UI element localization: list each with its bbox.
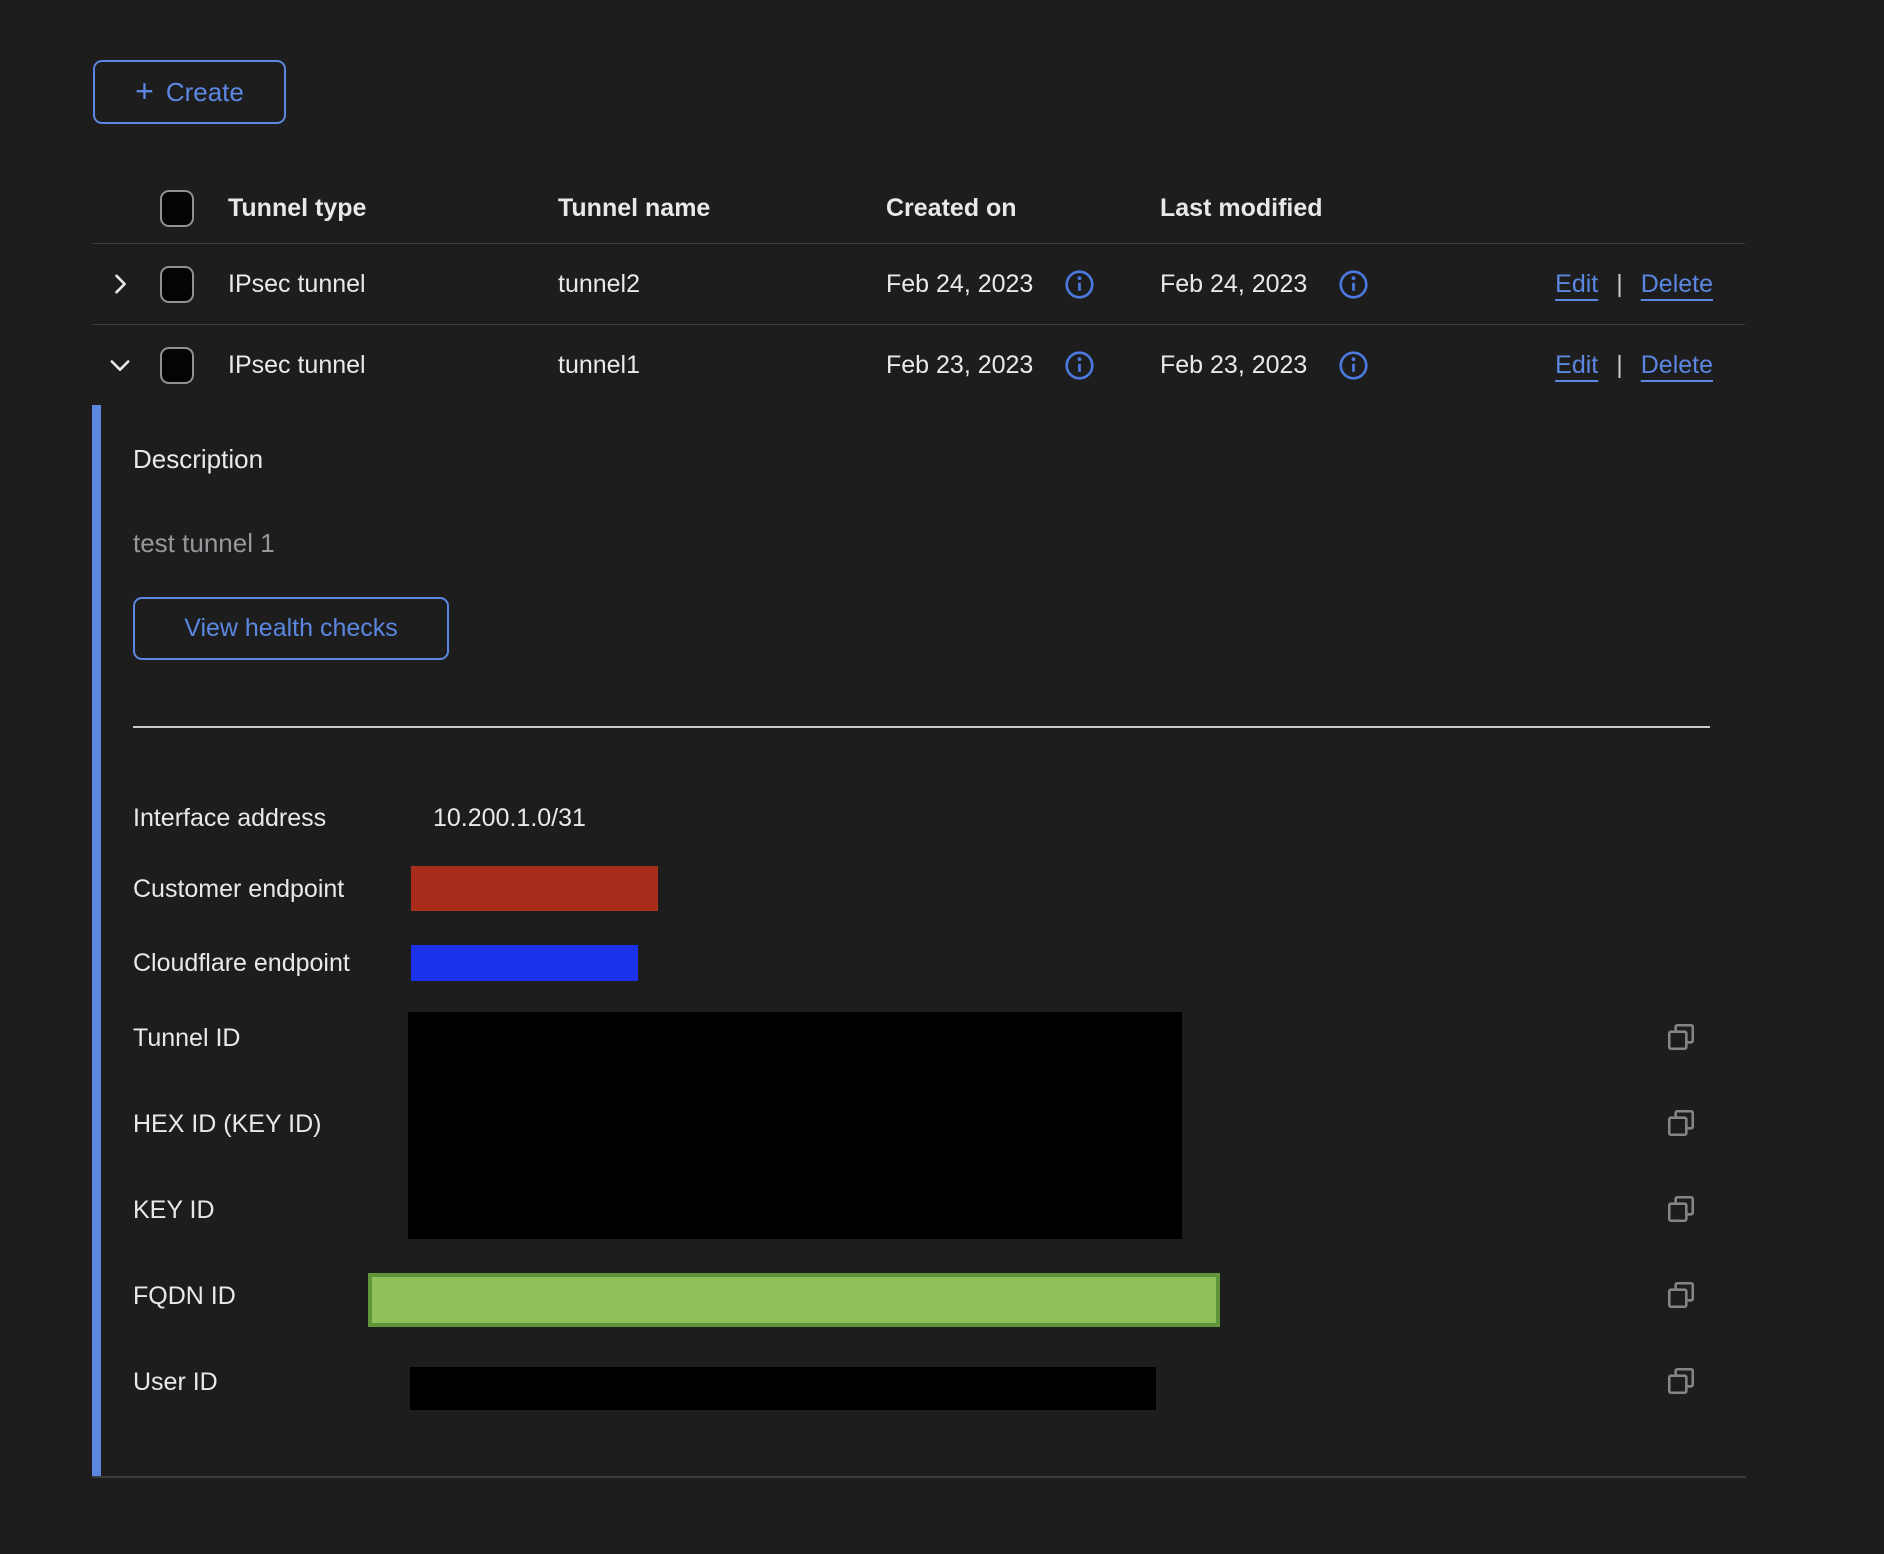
cell-created-on: Feb 23, 2023: [886, 351, 1033, 380]
tunnel-hex-key-ids-redaction: [408, 1012, 1182, 1239]
header-last-modified: Last modified: [1160, 194, 1542, 223]
section-divider: [133, 726, 1710, 728]
table-header: Tunnel type Tunnel name Created on Last …: [93, 173, 1745, 244]
info-icon[interactable]: [1337, 268, 1370, 301]
cell-tunnel-name: tunnel1: [558, 351, 886, 380]
view-health-checks-button[interactable]: View health checks: [133, 597, 449, 660]
copy-icon[interactable]: [1665, 1021, 1697, 1053]
table-row: IPsec tunnel tunnel1 Feb 23, 2023 Feb 23…: [93, 325, 1745, 405]
header-created-on: Created on: [886, 194, 1160, 223]
chevron-right-icon[interactable]: [106, 270, 134, 298]
fqdn-id-redaction: [368, 1273, 1220, 1327]
user-id-redaction: [410, 1367, 1156, 1410]
cell-tunnel-type: IPsec tunnel: [228, 351, 558, 380]
plus-icon: +: [135, 75, 154, 107]
cell-tunnel-type: IPsec tunnel: [228, 270, 558, 299]
detail-label-tunnel-id: Tunnel ID: [133, 1022, 240, 1054]
detail-label-hex-id: HEX ID (KEY ID): [133, 1108, 321, 1140]
delete-link[interactable]: Delete: [1641, 270, 1713, 299]
detail-label-user-id: User ID: [133, 1366, 218, 1398]
copy-icon[interactable]: [1665, 1279, 1697, 1311]
interface-address-value: 10.200.1.0/31: [433, 802, 586, 834]
customer-endpoint-redaction: [411, 866, 658, 911]
detail-label-customer-endpoint: Customer endpoint: [133, 873, 344, 905]
cell-created-on: Feb 24, 2023: [886, 270, 1033, 299]
detail-label-interface-address: Interface address: [133, 802, 326, 834]
delete-link[interactable]: Delete: [1641, 351, 1713, 380]
select-all-checkbox[interactable]: [160, 190, 194, 227]
table-bottom-divider: [92, 1476, 1746, 1478]
detail-label-key-id: KEY ID: [133, 1194, 215, 1226]
table-row: IPsec tunnel tunnel2 Feb 24, 2023 Feb 24…: [93, 244, 1745, 325]
header-tunnel-type: Tunnel type: [228, 194, 558, 223]
detail-label-fqdn-id: FQDN ID: [133, 1280, 236, 1312]
info-icon[interactable]: [1337, 349, 1370, 382]
info-icon[interactable]: [1063, 268, 1096, 301]
row-checkbox[interactable]: [160, 266, 194, 303]
row-checkbox[interactable]: [160, 347, 194, 384]
action-separator: |: [1616, 270, 1623, 299]
description-value: test tunnel 1: [133, 528, 275, 559]
description-label: Description: [133, 444, 263, 475]
create-button[interactable]: + Create: [93, 60, 286, 124]
cell-last-modified: Feb 23, 2023: [1160, 351, 1307, 380]
chevron-down-icon[interactable]: [106, 351, 134, 379]
cloudflare-endpoint-redaction: [411, 945, 638, 981]
expanded-row-accent-bar: [92, 405, 101, 1476]
info-icon[interactable]: [1063, 349, 1096, 382]
copy-icon[interactable]: [1665, 1107, 1697, 1139]
cell-last-modified: Feb 24, 2023: [1160, 270, 1307, 299]
tunnels-table: Tunnel type Tunnel name Created on Last …: [93, 173, 1745, 405]
edit-link[interactable]: Edit: [1555, 351, 1598, 380]
copy-icon[interactable]: [1665, 1193, 1697, 1225]
cell-tunnel-name: tunnel2: [558, 270, 886, 299]
create-button-label: Create: [166, 77, 244, 108]
copy-icon[interactable]: [1665, 1365, 1697, 1397]
action-separator: |: [1616, 351, 1623, 380]
edit-link[interactable]: Edit: [1555, 270, 1598, 299]
ipsec-tunnels-page: + Create Tunnel type Tunnel name Created…: [0, 0, 1884, 1554]
header-tunnel-name: Tunnel name: [558, 194, 886, 223]
detail-label-cloudflare-endpoint: Cloudflare endpoint: [133, 947, 350, 979]
